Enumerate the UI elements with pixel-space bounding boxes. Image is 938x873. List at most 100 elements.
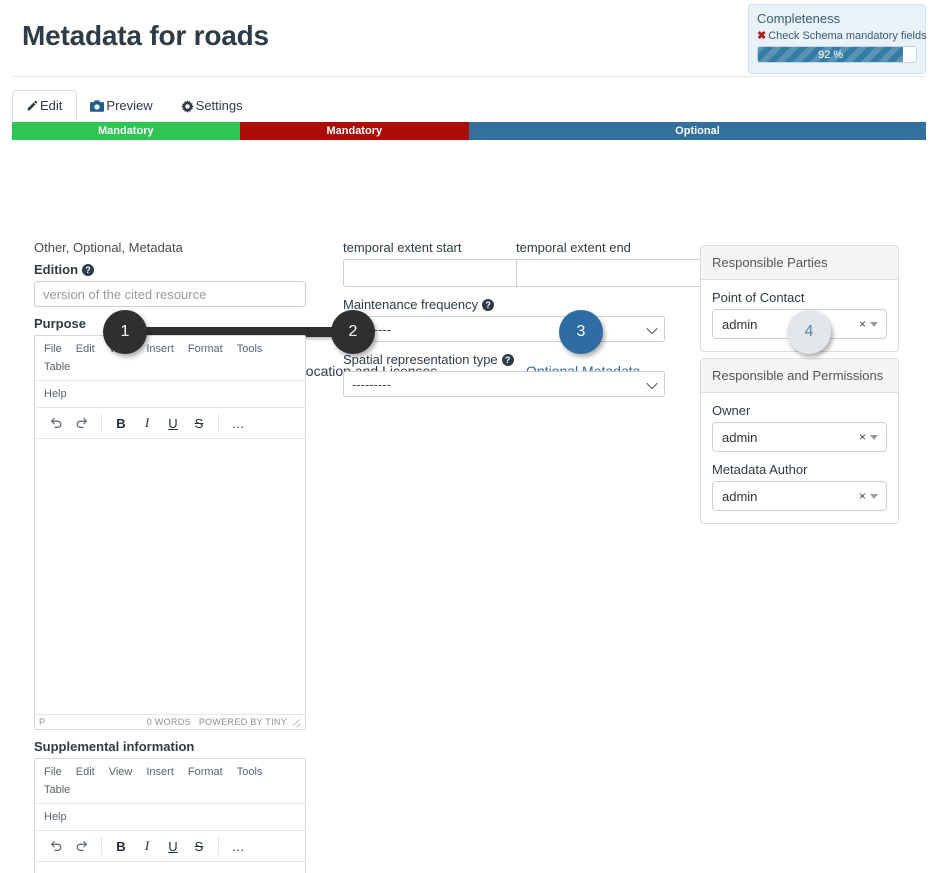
supplemental-label-text: Supplemental information	[34, 739, 195, 754]
maintenance-frequency-select[interactable]: ---------	[343, 316, 665, 342]
menu-tools[interactable]: Tools	[230, 340, 270, 358]
spatial-representation-type-label: Spatial representation type ?	[343, 352, 665, 367]
completeness-title: Completeness	[757, 11, 841, 26]
underline-icon[interactable]: U	[160, 412, 186, 434]
header-divider	[12, 76, 926, 77]
italic-icon-2[interactable]: I	[134, 835, 160, 857]
owner-label: Owner	[712, 403, 751, 418]
supplemental-information-label: Supplemental information	[34, 739, 306, 754]
help-circle-icon[interactable]: ?	[82, 263, 95, 276]
strikethrough-icon-2[interactable]: S	[186, 835, 212, 857]
bold-icon-2[interactable]: B	[108, 835, 134, 857]
check-schema-mandatory-fields-link[interactable]: ✖ Check Schema mandatory fields	[757, 29, 927, 43]
editor-brand-label: POWERED BY TINY	[198, 717, 287, 727]
left-column: Other, Optional, Metadata Edition ? Purp…	[34, 240, 306, 873]
menu-table-2[interactable]: Table	[37, 781, 77, 799]
strikethrough-icon[interactable]: S	[186, 412, 212, 434]
spatial-representation-type-select[interactable]: ---------	[343, 371, 665, 397]
menu-file[interactable]: File	[37, 340, 69, 358]
tab-edit[interactable]: Edit	[12, 90, 78, 120]
menu-help[interactable]: Help	[37, 385, 74, 403]
metadata-author-select[interactable]: admin ×	[712, 481, 887, 511]
resize-grip-icon[interactable]	[292, 718, 301, 727]
redo-icon-2[interactable]	[69, 835, 95, 857]
purpose-editor-menubar-row2: Help	[35, 381, 305, 408]
undo-icon[interactable]	[43, 412, 69, 434]
menu-view-2[interactable]: View	[102, 763, 140, 781]
responsible-and-permissions-panel: Responsible and Permissions Owner admin …	[700, 358, 899, 524]
temporal-extent-start-input[interactable]	[343, 259, 532, 287]
caret-down-icon-owner	[870, 435, 878, 440]
menu-format[interactable]: Format	[181, 340, 230, 358]
middle-column: temporal extent start temporal extent en…	[343, 240, 720, 397]
help-circle-icon-spatial[interactable]: ?	[501, 353, 514, 366]
point-of-contact-label: Point of Contact	[712, 290, 805, 305]
italic-icon[interactable]: I	[134, 412, 160, 434]
menu-help-2[interactable]: Help	[37, 808, 74, 826]
owner-select[interactable]: admin ×	[712, 422, 887, 452]
menu-insert[interactable]: Insert	[139, 340, 181, 358]
format-group-2: B I U S	[104, 835, 216, 857]
tab-preview-label: Preview	[106, 98, 153, 113]
right-column: Responsible Parties Point of Contact adm…	[700, 245, 899, 530]
tab-preview[interactable]: Preview	[77, 90, 167, 120]
tab-settings[interactable]: Settings	[168, 90, 258, 120]
stepper-circle-4[interactable]: 4	[787, 310, 831, 354]
menu-tools-2[interactable]: Tools	[230, 763, 270, 781]
underline-icon-2[interactable]: U	[160, 835, 186, 857]
point-of-contact-value: admin	[722, 316, 758, 332]
stepper-circle-2[interactable]: 2	[331, 310, 375, 354]
purpose-label-text: Purpose	[34, 316, 87, 331]
responsible-parties-panel-title: Responsible Parties	[701, 246, 898, 280]
metadata-author-value: admin	[722, 488, 758, 504]
page-title: Metadata for roads	[22, 20, 269, 51]
purpose-editor-menubar: File Edit View Insert Format Tools Table	[35, 336, 305, 381]
main-tabs: Edit Preview Settings	[12, 90, 258, 120]
more-icon-2[interactable]: …	[225, 835, 251, 857]
redo-icon[interactable]	[69, 412, 95, 434]
bold-icon[interactable]: B	[108, 412, 134, 434]
temporal-extent-end-group	[516, 259, 720, 287]
supplemental-editor-body[interactable]	[35, 862, 305, 873]
menu-edit[interactable]: Edit	[69, 340, 102, 358]
metadata-author-label: Metadata Author	[712, 462, 808, 477]
temporal-extent-start-field: temporal extent start	[343, 240, 547, 287]
stepper-circle-1[interactable]: 1	[103, 310, 147, 354]
undo-icon-2[interactable]	[43, 835, 69, 857]
temporal-extent-end-input[interactable]	[516, 259, 705, 287]
clear-x-icon[interactable]: ×	[859, 317, 866, 331]
gear-icon	[180, 99, 194, 113]
maintenance-frequency-label: Maintenance frequency ?	[343, 297, 665, 312]
toolbar-divider-2	[218, 414, 219, 432]
owner-value: admin	[722, 429, 758, 445]
caret-down-icon-author	[870, 494, 878, 499]
temporal-extent-row: temporal extent start temporal extent en…	[343, 240, 720, 287]
section-hint: Other, Optional, Metadata	[34, 240, 183, 255]
requirement-segment-optional: Optional	[468, 122, 926, 140]
temporal-extent-start-group	[343, 259, 547, 287]
requirement-segment-mandatory-2: Mandatory	[239, 122, 469, 140]
toolbar-divider-4	[218, 837, 219, 855]
purpose-label: Purpose	[34, 316, 306, 331]
edition-input[interactable]	[34, 281, 306, 307]
purpose-editor-body[interactable]	[35, 439, 305, 714]
menu-file-2[interactable]: File	[37, 763, 69, 781]
temporal-extent-start-label: temporal extent start	[343, 240, 462, 255]
stepper-circle-3[interactable]: 3	[559, 310, 603, 354]
menu-edit-2[interactable]: Edit	[69, 763, 102, 781]
clear-x-icon-owner[interactable]: ×	[859, 430, 866, 444]
clear-x-icon-author[interactable]: ×	[859, 489, 866, 503]
completeness-widget: Completeness ✖ Check Schema mandatory fi…	[748, 4, 927, 74]
menu-format-2[interactable]: Format	[181, 763, 230, 781]
purpose-rich-text-editor[interactable]: File Edit View Insert Format Tools Table…	[34, 335, 306, 730]
edition-label-text: Edition	[34, 262, 79, 277]
maintenance-frequency-label-text: Maintenance frequency	[343, 297, 479, 312]
help-circle-icon-maintenance[interactable]: ?	[482, 298, 495, 311]
purpose-editor-statusbar: p 0 WORDS POWERED BY TINY	[35, 714, 305, 729]
toolbar-divider	[101, 414, 102, 432]
supplemental-rich-text-editor[interactable]: File Edit View Insert Format Tools Table…	[34, 758, 306, 873]
more-icon[interactable]: …	[225, 412, 251, 434]
camera-icon	[90, 99, 105, 113]
menu-table[interactable]: Table	[37, 358, 77, 376]
menu-insert-2[interactable]: Insert	[139, 763, 181, 781]
